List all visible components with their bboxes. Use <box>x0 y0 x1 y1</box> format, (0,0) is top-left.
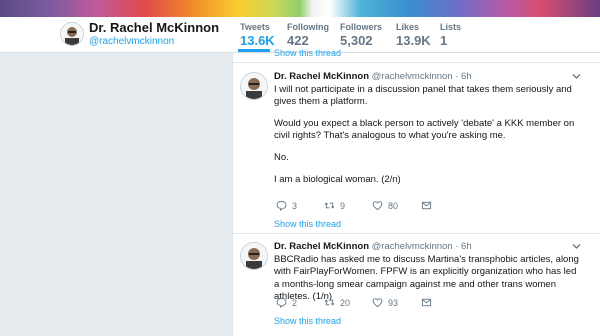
stat-value: 13.9K <box>396 33 431 48</box>
envelope-icon <box>421 298 432 307</box>
stat-label: Followers <box>340 22 383 32</box>
profile-banner <box>0 0 600 17</box>
tweet-header: Dr. Rachel McKinnon @rachelvmckinnon · 6… <box>274 241 472 252</box>
like-count: 80 <box>388 200 399 211</box>
like-button[interactable]: 93 <box>372 297 398 308</box>
stat-lists[interactable]: Lists 1 <box>440 22 461 48</box>
profile-handle[interactable]: @rachelvmckinnon <box>89 36 174 47</box>
tweet-text: I will not participate in a discussion p… <box>274 84 584 196</box>
tweet-separator-dot: · <box>455 71 459 82</box>
show-thread-link[interactable]: Show this thread <box>274 316 341 326</box>
heart-icon <box>372 298 383 308</box>
tweet-paragraph: I am a biological woman. (2/n) <box>274 173 401 185</box>
tweet-header: Dr. Rachel McKinnon @rachelvmckinnon · 6… <box>274 71 472 82</box>
stat-tweets[interactable]: Tweets 13.6K <box>240 22 275 48</box>
stat-followers[interactable]: Followers 5,302 <box>340 22 382 48</box>
tweet-author[interactable]: Dr. Rachel McKinnon <box>274 241 369 252</box>
retweet-button[interactable]: 20 <box>324 297 350 308</box>
person-icon <box>241 73 267 99</box>
person-icon <box>241 243 267 269</box>
tweet-paragraph: I will not participate in a discussion p… <box>274 84 572 108</box>
stat-label: Lists <box>440 22 462 32</box>
reply-icon <box>276 200 287 211</box>
reply-count: 3 <box>292 200 298 211</box>
tweet-paragraph: No. <box>274 152 289 164</box>
retweet-icon <box>324 202 335 209</box>
tweet-avatar[interactable] <box>240 72 268 100</box>
person-icon <box>61 23 83 45</box>
reply-icon <box>276 297 287 308</box>
retweet-count: 20 <box>340 297 351 308</box>
stat-following[interactable]: Following 422 <box>287 22 329 48</box>
tweet-handle[interactable]: @rachelvmckinnon <box>372 71 453 82</box>
tweet-time[interactable]: 6h <box>461 241 472 252</box>
active-tab-indicator <box>238 49 270 52</box>
stat-value: 1 <box>440 33 448 48</box>
tweet-time[interactable]: 6h <box>461 71 472 82</box>
tweet-paragraph: BBCRadio has asked me to discuss Martina… <box>274 254 579 302</box>
retweet-icon <box>324 299 335 306</box>
stat-value: 422 <box>287 33 309 48</box>
retweet-count: 9 <box>340 200 346 211</box>
like-button[interactable]: 80 <box>372 200 398 211</box>
tweet-author[interactable]: Dr. Rachel McKinnon <box>274 71 369 82</box>
reply-count: 2 <box>292 297 298 308</box>
tweet-divider <box>232 233 600 234</box>
stat-likes[interactable]: Likes 13.9K <box>396 22 431 48</box>
stat-label: Tweets <box>240 22 270 32</box>
heart-icon <box>372 201 383 211</box>
stat-value: 5,302 <box>340 33 373 48</box>
tweet-handle[interactable]: @rachelvmckinnon <box>372 241 453 252</box>
reply-button[interactable]: 2 <box>276 297 297 308</box>
stat-value: 13.6K <box>240 33 275 48</box>
tweet-avatar[interactable] <box>240 242 268 270</box>
reply-button[interactable]: 3 <box>276 200 297 211</box>
tweet-divider <box>232 62 600 63</box>
avatar[interactable] <box>60 22 84 46</box>
retweet-button[interactable]: 9 <box>324 200 345 211</box>
show-thread-link[interactable]: Show this thread <box>274 48 341 58</box>
tweet-separator-dot: · <box>455 241 459 252</box>
chevron-down-icon[interactable] <box>572 72 581 80</box>
chevron-down-icon[interactable] <box>572 242 581 250</box>
like-count: 93 <box>388 297 399 308</box>
stat-label: Likes <box>396 22 420 32</box>
show-thread-link[interactable]: Show this thread <box>274 219 341 229</box>
tweet-paragraph: Would you expect a black person to activ… <box>274 118 575 142</box>
stat-label: Following <box>287 22 329 32</box>
message-button[interactable] <box>421 200 437 211</box>
envelope-icon <box>421 201 432 210</box>
message-button[interactable] <box>421 297 437 308</box>
profile-name[interactable]: Dr. Rachel McKinnon <box>89 20 219 35</box>
